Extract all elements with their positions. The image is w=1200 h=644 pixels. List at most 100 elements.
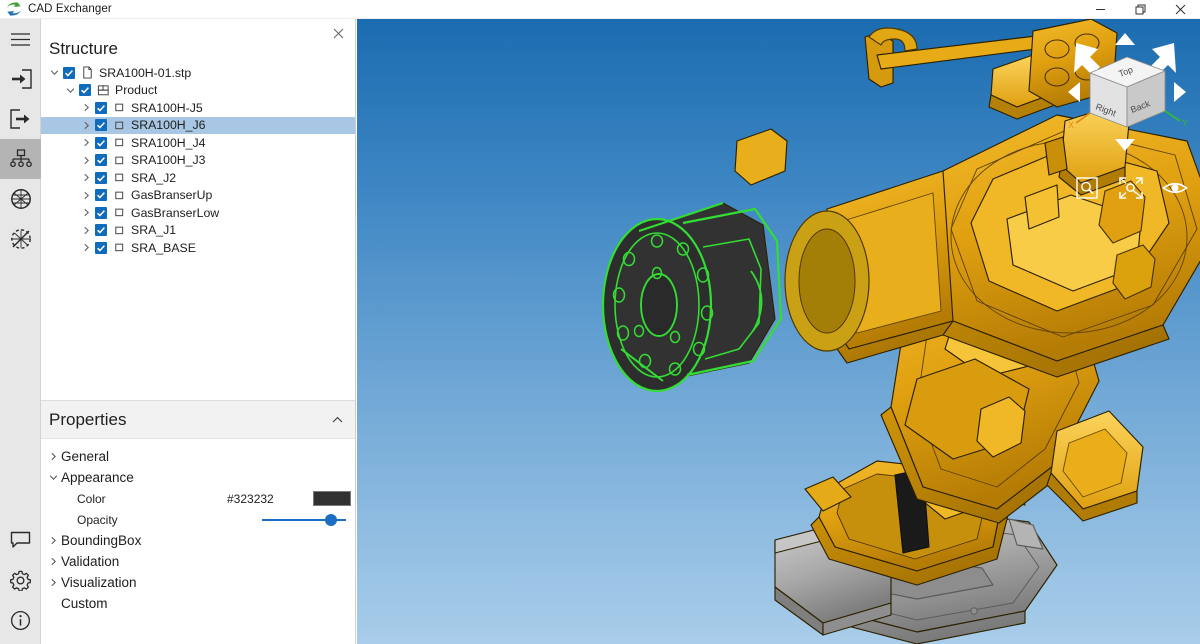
chevron-down-icon[interactable] — [47, 64, 61, 81]
close-button[interactable] — [1160, 0, 1200, 19]
properties-collapse-button[interactable] — [328, 411, 346, 429]
3d-viewport[interactable]: Top Right Back X Y — [357, 19, 1200, 644]
tree-node[interactable]: GasBranserUp — [41, 187, 355, 205]
export-button[interactable] — [0, 99, 41, 139]
tree-node[interactable]: SRA_BASE — [41, 239, 355, 257]
property-group[interactable]: General — [41, 446, 355, 467]
restore-button[interactable] — [1120, 0, 1160, 19]
visibility-checkbox[interactable] — [95, 206, 107, 219]
tree-node-label: SRA_BASE — [131, 240, 196, 255]
zoom-window-button[interactable] — [1072, 173, 1102, 203]
view-cube[interactable]: Top Right Back X Y — [1062, 27, 1192, 157]
part-icon — [114, 226, 123, 234]
structure-tree-icon — [9, 149, 32, 168]
tree-node-label: SRA_J2 — [131, 170, 177, 185]
visibility-checkbox[interactable] — [95, 136, 107, 149]
part-icon — [114, 191, 123, 199]
tree-node-label: SRA100H-J5 — [131, 100, 203, 115]
visibility-checkbox[interactable] — [95, 119, 107, 132]
tree-node[interactable]: SRA100H-01.stp — [41, 64, 355, 82]
property-group-label: BoundingBox — [61, 533, 142, 548]
part-icon — [114, 243, 123, 252]
property-group[interactable]: Validation — [41, 551, 355, 572]
structure-close-button[interactable] — [328, 23, 348, 43]
visibility-button[interactable] — [1160, 173, 1190, 203]
visibility-checkbox[interactable] — [95, 171, 107, 184]
tree-node[interactable]: Product — [41, 82, 355, 100]
tree-node-label: SRA100H_J6 — [131, 118, 206, 133]
chat-bubble-icon — [10, 531, 31, 548]
tree-node-label: GasBranserLow — [131, 205, 220, 220]
visibility-checkbox[interactable] — [63, 66, 75, 79]
color-swatch[interactable] — [313, 491, 351, 506]
tree-node[interactable]: SRA100H_J3 — [41, 152, 355, 170]
structure-header: Structure — [41, 19, 355, 63]
tree-node-label: Product — [115, 83, 158, 98]
mesh-button[interactable] — [0, 179, 41, 219]
mesh-off-button[interactable] — [0, 219, 41, 259]
tree-node[interactable]: SRA100H_J4 — [41, 134, 355, 152]
panel-title: Structure — [49, 39, 118, 58]
chevron-right-icon[interactable] — [79, 134, 93, 151]
visibility-checkbox[interactable] — [79, 84, 91, 97]
chevron-right-icon[interactable] — [79, 222, 93, 239]
import-button[interactable] — [0, 59, 41, 99]
chevron-right-icon[interactable] — [79, 99, 93, 116]
property-group-label: Visualization — [61, 575, 137, 590]
visibility-checkbox[interactable] — [95, 224, 107, 237]
minimize-button[interactable] — [1080, 0, 1120, 19]
chevron-right-icon[interactable] — [79, 117, 93, 134]
part-icon — [112, 206, 126, 220]
down-arrow — [1115, 139, 1135, 151]
tree-node[interactable]: SRA_J2 — [41, 169, 355, 187]
tree-node[interactable]: SRA_J1 — [41, 222, 355, 240]
part-icon — [114, 121, 123, 129]
property-group[interactable]: Custom — [41, 593, 355, 614]
chevron-right-icon[interactable] — [79, 239, 93, 256]
menu-button[interactable] — [0, 19, 41, 59]
fit-all-button[interactable] — [1116, 173, 1146, 203]
visibility-checkbox[interactable] — [95, 101, 107, 114]
document-icon — [82, 66, 92, 79]
property-group[interactable]: Visualization — [41, 572, 355, 593]
feedback-button[interactable] — [0, 520, 41, 560]
x-axis-line — [1075, 112, 1091, 124]
property-group[interactable]: Appearance — [41, 467, 355, 488]
chevron-up-icon — [332, 416, 342, 422]
property-color-row[interactable]: Color #323232 — [41, 488, 355, 509]
title-bar: CAD Exchanger — [0, 0, 1200, 19]
property-opacity-row[interactable]: Opacity100% — [41, 509, 387, 530]
chevron-right-icon[interactable] — [45, 578, 61, 587]
chevron-right-icon[interactable] — [45, 536, 61, 545]
structure-tree[interactable]: SRA100H-01.stp Product SRA100H-J5 SRA100H_J… — [41, 63, 355, 400]
opacity-slider-thumb[interactable] — [325, 514, 337, 526]
import-icon — [11, 69, 32, 89]
property-label: Color — [77, 491, 106, 506]
properties-header: Properties — [41, 401, 355, 439]
part-icon — [112, 118, 126, 132]
eye-icon — [1162, 182, 1188, 194]
chevron-down-icon[interactable] — [63, 82, 77, 99]
about-button[interactable] — [0, 600, 41, 640]
window-controls — [1080, 0, 1200, 19]
chevron-down-icon[interactable] — [45, 473, 61, 482]
chevron-right-icon[interactable] — [79, 152, 93, 169]
chevron-right-icon[interactable] — [79, 169, 93, 186]
chevron-right-icon[interactable] — [79, 187, 93, 204]
tree-node[interactable]: SRA100H-J5 — [41, 99, 355, 117]
part-icon — [112, 101, 126, 115]
visibility-checkbox[interactable] — [95, 189, 107, 202]
properties-panel: Properties General Appearance Color #323232… — [41, 400, 387, 644]
chevron-right-icon[interactable] — [45, 452, 61, 461]
settings-button[interactable] — [0, 560, 41, 600]
tree-node[interactable]: SRA100H_J6 — [41, 116, 355, 134]
chevron-right-icon[interactable] — [79, 204, 93, 221]
chevron-right-icon[interactable] — [45, 557, 61, 566]
tree-node[interactable]: GasBranserLow — [41, 204, 355, 222]
property-group[interactable]: BoundingBox — [41, 530, 355, 551]
visibility-checkbox[interactable] — [95, 154, 107, 167]
structure-button[interactable] — [0, 139, 41, 179]
visibility-checkbox[interactable] — [95, 241, 107, 254]
part-icon — [112, 136, 126, 150]
y-axis-label: Y — [1182, 118, 1188, 128]
